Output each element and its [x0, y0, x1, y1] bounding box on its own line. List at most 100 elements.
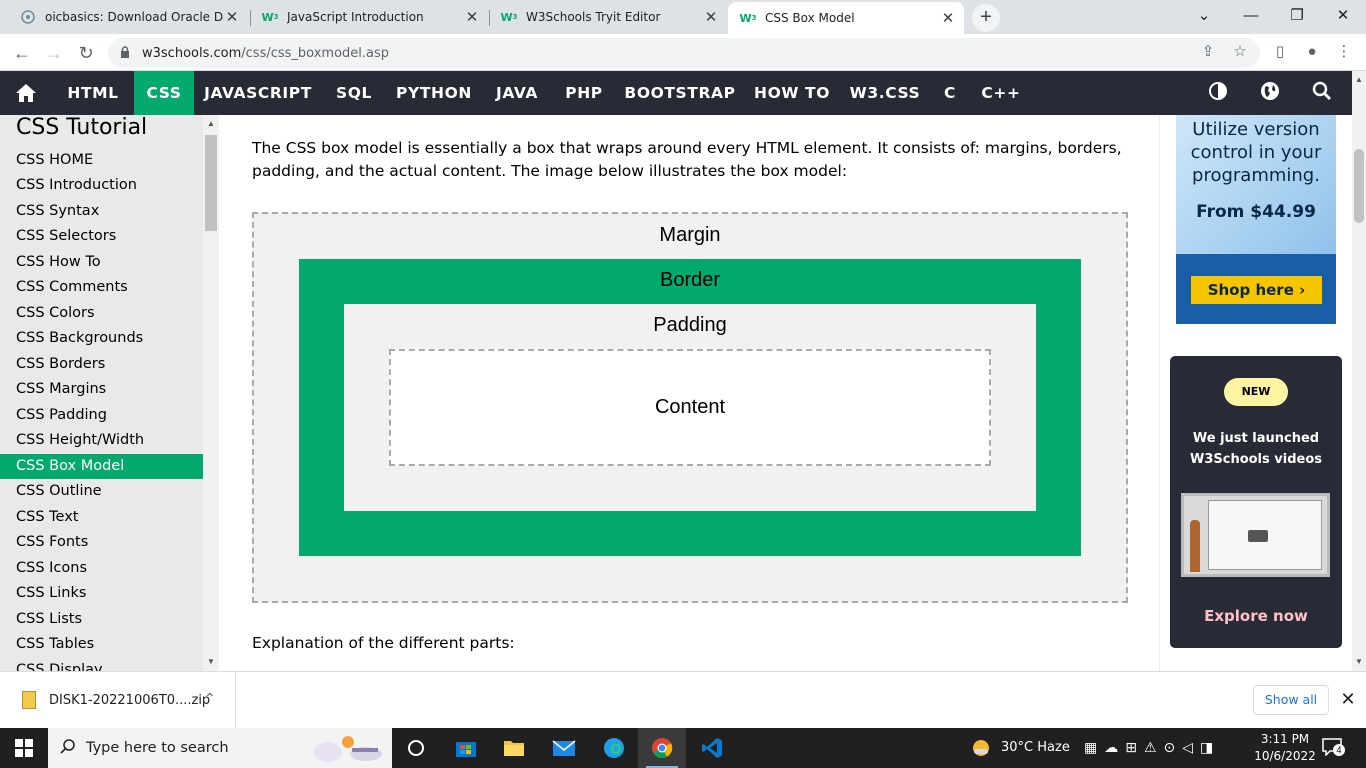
- reload-icon[interactable]: ↻: [72, 39, 100, 67]
- edge-browser-icon[interactable]: [590, 728, 638, 768]
- sidebar-item-css-height-width[interactable]: CSS Height/Width: [0, 428, 203, 453]
- new-tab-button[interactable]: +: [972, 4, 1000, 32]
- sidebar-item-css-selectors[interactable]: CSS Selectors: [0, 224, 203, 249]
- tab-search-chevron-icon[interactable]: ⌄: [1181, 0, 1227, 32]
- nav-sql[interactable]: SQL: [322, 71, 386, 115]
- download-shelf: DISK1-20221006T0....zip ⌃ Show all ✕: [0, 671, 1366, 729]
- profile-avatar-icon[interactable]: ●: [1302, 42, 1322, 62]
- sidebar-item-css-padding[interactable]: CSS Padding: [0, 403, 203, 428]
- videos-promo[interactable]: NEW We just launched W3Schools videos Ex…: [1170, 356, 1342, 648]
- sidebar-item-css-syntax[interactable]: CSS Syntax: [0, 199, 203, 224]
- notification-center-icon[interactable]: 4: [1322, 738, 1345, 758]
- nav-java[interactable]: JAVA: [482, 71, 552, 115]
- minimize-button[interactable]: —: [1228, 0, 1274, 32]
- file-explorer-icon[interactable]: [490, 728, 538, 768]
- close-icon[interactable]: ✕: [1339, 689, 1357, 709]
- side-panel-icon[interactable]: ▯: [1270, 42, 1290, 62]
- nav-bootstrap[interactable]: BOOTSTRAP: [616, 71, 744, 115]
- taskbar-search[interactable]: Type here to search: [48, 728, 392, 768]
- sidebar-scrollbar[interactable]: ▲ ▼: [203, 115, 219, 671]
- close-tab-icon[interactable]: ✕: [940, 10, 956, 26]
- mail-icon[interactable]: [540, 728, 588, 768]
- scroll-up-arrow-icon[interactable]: ▲: [1352, 73, 1366, 87]
- nav-python[interactable]: PYTHON: [386, 71, 482, 115]
- tab-tryit-editor[interactable]: W3 W3Schools Tryit Editor ✕: [489, 2, 727, 32]
- padding-label: Padding: [653, 314, 727, 336]
- tab-javascript-intro[interactable]: W3 JavaScript Introduction ✕: [250, 2, 488, 32]
- dark-mode-icon[interactable]: [1206, 81, 1230, 105]
- close-tab-icon[interactable]: ✕: [224, 9, 240, 25]
- scroll-up-arrow-icon[interactable]: ▲: [203, 117, 219, 131]
- nav-how-to[interactable]: HOW TO: [744, 71, 840, 115]
- w3schools-favicon-icon: W3: [739, 11, 757, 25]
- weather-icon[interactable]: [970, 728, 992, 768]
- task-view-icon[interactable]: [392, 728, 440, 768]
- sidebar-item-css-fonts[interactable]: CSS Fonts: [0, 530, 203, 555]
- tab-oicbasics[interactable]: oicbasics: Download Oracle Data ✕: [8, 2, 248, 32]
- sidebar-scroll-thumb[interactable]: [205, 135, 217, 231]
- sidebar-item-css-links[interactable]: CSS Links: [0, 581, 203, 606]
- sidebar-item-css-box-model[interactable]: CSS Box Model: [0, 454, 203, 479]
- restore-button[interactable]: ❐: [1274, 0, 1320, 32]
- tab-css-box-model[interactable]: W3 CSS Box Model ✕: [728, 2, 964, 34]
- shop-here-button[interactable]: Shop here ›: [1191, 276, 1322, 304]
- microsoft-store-icon[interactable]: [442, 728, 490, 768]
- sidebar-item-css-icons[interactable]: CSS Icons: [0, 556, 203, 581]
- system-clock[interactable]: 3:11 PM 10/6/2022: [1250, 731, 1320, 765]
- nav-html[interactable]: HTML: [52, 71, 134, 115]
- sidebar-item-css-how-to[interactable]: CSS How To: [0, 250, 203, 275]
- sidebar-item-css-colors[interactable]: CSS Colors: [0, 301, 203, 326]
- menu-kebab-icon[interactable]: ⋮: [1334, 42, 1354, 62]
- scroll-down-arrow-icon[interactable]: ▼: [203, 655, 219, 669]
- browser-toolbar: ← → ↻ w3schools.com/css/css_boxmodel.asp…: [0, 34, 1366, 71]
- content-box: Content: [389, 349, 991, 466]
- sidebar-item-css-text[interactable]: CSS Text: [0, 505, 203, 530]
- share-icon[interactable]: ⇪: [1198, 42, 1218, 62]
- nav-php[interactable]: PHP: [552, 71, 616, 115]
- vscode-icon[interactable]: [688, 728, 736, 768]
- sidebar-item-css-lists[interactable]: CSS Lists: [0, 607, 203, 632]
- forward-arrow-icon[interactable]: →: [40, 39, 68, 67]
- sidebar-item-css-comments[interactable]: CSS Comments: [0, 275, 203, 300]
- nav-css[interactable]: CSS: [134, 71, 194, 115]
- close-tab-icon[interactable]: ✕: [464, 9, 480, 25]
- tab-title: W3Schools Tryit Editor: [526, 10, 661, 24]
- page-scroll-thumb[interactable]: [1354, 149, 1364, 223]
- windows-start-icon[interactable]: [0, 728, 48, 768]
- version-control-ad[interactable]: Utilize version control in your programm…: [1176, 115, 1336, 324]
- nav-cpp[interactable]: C++: [970, 71, 1032, 115]
- globe-icon[interactable]: [1258, 81, 1282, 105]
- bookmark-star-icon[interactable]: ☆: [1230, 42, 1250, 62]
- sidebar-item-css-introduction[interactable]: CSS Introduction: [0, 173, 203, 198]
- nav-w3css[interactable]: W3.CSS: [840, 71, 930, 115]
- video-thumbnail[interactable]: [1181, 493, 1330, 577]
- new-badge: NEW: [1224, 378, 1288, 406]
- chevron-up-icon[interactable]: ⌃: [204, 690, 216, 707]
- search-icon[interactable]: [1310, 81, 1334, 105]
- chrome-browser-icon[interactable]: [638, 728, 686, 768]
- sidebar-item-css-home[interactable]: CSS HOME: [0, 148, 203, 173]
- home-icon[interactable]: [0, 71, 52, 115]
- sidebar-item-css-outline[interactable]: CSS Outline: [0, 479, 203, 504]
- system-tray-icons[interactable]: ▦☁⊞⚠⊙◁◨: [1084, 728, 1224, 768]
- download-item[interactable]: DISK1-20221006T0....zip ⌃: [0, 672, 236, 729]
- nav-c[interactable]: C: [930, 71, 970, 115]
- weather-text[interactable]: 30°C Haze: [1001, 728, 1070, 768]
- close-window-button[interactable]: ✕: [1320, 0, 1366, 32]
- sidebar-item-css-borders[interactable]: CSS Borders: [0, 352, 203, 377]
- right-ad-column: Utilize version control in your programm…: [1159, 115, 1352, 671]
- sidebar-item-css-display[interactable]: CSS Display: [0, 658, 203, 671]
- sidebar-item-css-backgrounds[interactable]: CSS Backgrounds: [0, 326, 203, 351]
- page-scrollbar[interactable]: ▲ ▼: [1352, 71, 1366, 671]
- back-arrow-icon[interactable]: ←: [8, 39, 36, 67]
- sidebar-item-css-tables[interactable]: CSS Tables: [0, 632, 203, 657]
- url-path: /css/css_boxmodel.asp: [241, 45, 390, 61]
- scroll-down-arrow-icon[interactable]: ▼: [1352, 655, 1366, 669]
- show-all-button[interactable]: Show all: [1253, 685, 1329, 715]
- close-tab-icon[interactable]: ✕: [703, 9, 719, 25]
- w3-top-nav: HTML CSS JAVASCRIPT SQL PYTHON JAVA PHP …: [0, 71, 1352, 115]
- address-bar[interactable]: w3schools.com/css/css_boxmodel.asp: [108, 38, 1260, 68]
- nav-javascript[interactable]: JAVASCRIPT: [194, 71, 322, 115]
- explore-now-link[interactable]: Explore now: [1170, 607, 1342, 625]
- sidebar-item-css-margins[interactable]: CSS Margins: [0, 377, 203, 402]
